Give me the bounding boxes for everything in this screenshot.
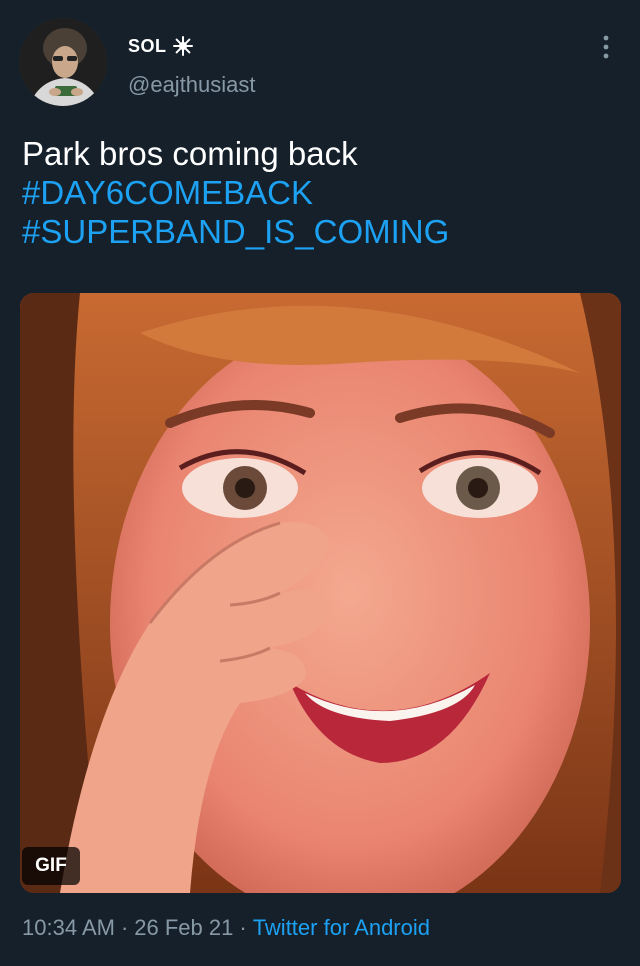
separator: ·: [239, 915, 247, 940]
avatar-image: [19, 18, 107, 106]
tweet-body: Park bros coming back: [22, 135, 358, 172]
tweet-text: Park bros coming back #DAY6COMEBACK #SUP…: [22, 134, 622, 251]
separator: ·: [120, 915, 129, 940]
tweet-meta: 10:34 AM · 26 Feb 21 · Twitter for Android: [22, 915, 430, 941]
gif-badge: GIF: [22, 847, 80, 885]
hashtag-link[interactable]: #SUPERBAND_IS_COMING: [22, 212, 622, 251]
tweet-time: 10:34 AM: [22, 915, 115, 940]
avatar[interactable]: [19, 18, 107, 106]
tweet-source-link[interactable]: Twitter for Android: [253, 915, 430, 940]
tweet-media-gif[interactable]: [20, 293, 621, 893]
display-name[interactable]: SOL: [128, 36, 167, 57]
gif-image: [20, 293, 621, 893]
more-vertical-icon[interactable]: [596, 32, 616, 62]
sun-icon: [173, 36, 193, 56]
tweet-date: 26 Feb 21: [134, 915, 234, 940]
user-handle[interactable]: @eajthusiast: [128, 72, 256, 98]
tweet-header: SOL @eajthusiast: [0, 0, 640, 120]
hashtag-link[interactable]: #DAY6COMEBACK: [22, 173, 622, 212]
